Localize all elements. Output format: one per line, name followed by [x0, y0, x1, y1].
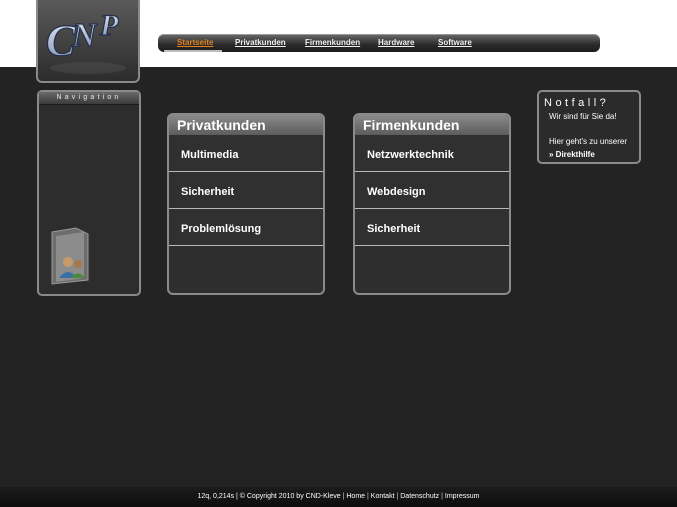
emergency-title: Notfall?	[544, 97, 610, 109]
panel-title: Privatkunden	[169, 115, 323, 135]
nav-active-indicator	[164, 50, 222, 52]
footer-link-kontakt[interactable]: Kontakt	[371, 493, 395, 500]
logo-graphic: C N P	[45, 8, 126, 74]
panel-privatkunden: Privatkunden Multimedia Sicherheit Probl…	[167, 113, 325, 295]
panel-title: Firmenkunden	[355, 115, 509, 135]
footer-link-impressum[interactable]: Impressum	[445, 493, 480, 500]
panel-link-multimedia[interactable]: Multimedia	[169, 135, 323, 172]
emergency-box: Notfall? Wir sind für Sie da! Hier geht'…	[537, 90, 641, 164]
nav-item-startseite[interactable]: Startseite	[177, 38, 213, 47]
nav-item-firmenkunden[interactable]: Firmenkunden	[305, 38, 360, 47]
footer-link-home[interactable]: Home	[346, 493, 365, 500]
direkthilfe-link[interactable]: » Direkthilfe	[539, 146, 639, 159]
emergency-text: Hier geht's zu unserer	[549, 137, 628, 146]
sidebar-navigation: Navigation	[37, 90, 141, 296]
panel-link-webdesign[interactable]: Webdesign	[355, 172, 509, 209]
site-logo[interactable]: C N P	[36, 0, 140, 83]
svg-text:P: P	[99, 9, 119, 42]
footer-meta: 12q, 0,214s | © Copyright 2010 by CND-Kl…	[197, 493, 341, 500]
footer-link-datenschutz[interactable]: Datenschutz	[400, 493, 439, 500]
footer: 12q, 0,214s | © Copyright 2010 by CND-Kl…	[0, 487, 677, 507]
panel-link-sicherheit[interactable]: Sicherheit	[355, 209, 509, 246]
panel-link-problemloesung[interactable]: Problemlösung	[169, 209, 323, 246]
svg-text:N: N	[71, 17, 98, 54]
nav-item-hardware[interactable]: Hardware	[378, 38, 414, 47]
panel-firmenkunden: Firmenkunden Netzwerktechnik Webdesign S…	[353, 113, 511, 295]
folder-users-icon[interactable]	[46, 226, 94, 291]
nav-item-privatkunden[interactable]: Privatkunden	[235, 38, 286, 47]
main-navigation: Startseite Privatkunden Firmenkunden Har…	[158, 34, 600, 52]
emergency-subtitle: Wir sind für Sie da!	[549, 112, 617, 121]
panel-link-netzwerktechnik[interactable]: Netzwerktechnik	[355, 135, 509, 172]
nav-item-software[interactable]: Software	[438, 38, 472, 47]
sidebar-title: Navigation	[39, 92, 139, 105]
panel-link-sicherheit[interactable]: Sicherheit	[169, 172, 323, 209]
